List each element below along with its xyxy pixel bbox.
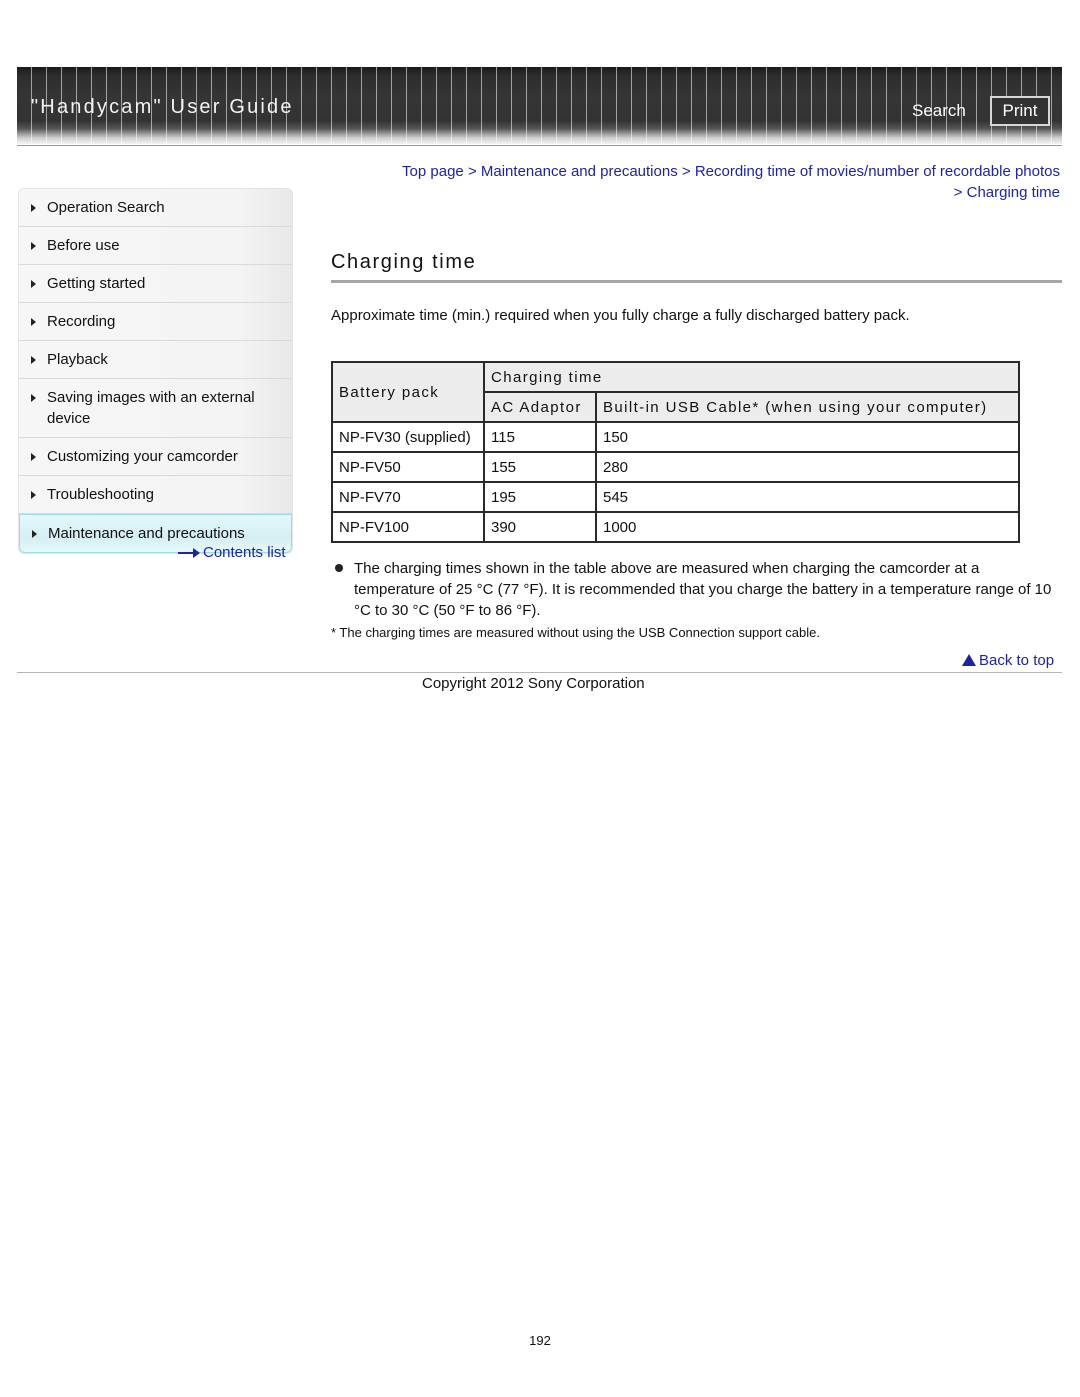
contents-list-label: Contents list [203, 544, 286, 561]
cell-usb: 1000 [595, 511, 1020, 543]
cell-battery: NP-FV30 (supplied) [331, 421, 485, 453]
cell-usb: 280 [595, 451, 1020, 483]
sidebar-item-customizing[interactable]: Customizing your camcorder [19, 438, 292, 476]
header-charging-time: Charging time [483, 361, 1020, 393]
sidebar-item-label: Playback [47, 351, 108, 368]
triangle-right-icon [32, 530, 37, 538]
table-row: NP-FV100 390 1000 [331, 511, 1020, 543]
sidebar-item-operation-search[interactable]: Operation Search [19, 189, 292, 227]
temperature-note: The charging times shown in the table ab… [354, 560, 1052, 619]
app-title: "Handycam" User Guide [31, 96, 294, 118]
search-button[interactable]: Search [912, 101, 966, 121]
table-row: NP-FV70 195 545 [331, 481, 1020, 513]
header-divider [17, 145, 1062, 146]
sidebar-item-label: Troubleshooting [47, 486, 155, 503]
sidebar-item-label: Before use [47, 237, 120, 254]
cell-ac: 115 [483, 421, 597, 453]
triangle-up-icon [962, 654, 976, 666]
breadcrumb-recording-time[interactable]: Recording time of movies/number of recor… [695, 163, 1060, 180]
triangle-right-icon [31, 318, 36, 326]
sidebar-item-getting-started[interactable]: Getting started [19, 265, 292, 303]
cell-battery: NP-FV100 [331, 511, 485, 543]
triangle-right-icon [31, 280, 36, 288]
back-to-top-link[interactable]: Back to top [962, 652, 1054, 669]
sidebar-item-label: Recording [47, 313, 116, 330]
table-row: NP-FV50 155 280 [331, 451, 1020, 483]
contents-list-link[interactable]: Contents list [178, 544, 286, 561]
footer-divider [17, 672, 1062, 673]
header-ac-adaptor: AC Adaptor [483, 391, 597, 423]
cell-ac: 195 [483, 481, 597, 513]
header-banner: "Handycam" User Guide Search Print [17, 67, 1062, 144]
header-usb-cable: Built-in USB Cable* (when using your com… [595, 391, 1020, 423]
sidebar-nav: Operation Search Before use Getting star… [18, 188, 293, 554]
copyright: Copyright 2012 Sony Corporation [422, 675, 645, 692]
title-divider [331, 280, 1062, 283]
breadcrumb-separator: > [681, 163, 691, 180]
sidebar-item-playback[interactable]: Playback [19, 341, 292, 379]
cell-battery: NP-FV70 [331, 481, 485, 513]
header-battery-pack: Battery pack [331, 361, 485, 423]
back-to-top-label: Back to top [979, 652, 1055, 669]
table-header-row: Battery pack Charging time [331, 361, 1020, 423]
triangle-right-icon [31, 204, 36, 212]
sidebar-item-label: Getting started [47, 275, 146, 292]
cell-battery: NP-FV50 [331, 451, 485, 483]
cell-usb: 150 [595, 421, 1020, 453]
intro-text: Approximate time (min.) required when yo… [331, 307, 910, 324]
sidebar-item-label: Customizing your camcorder [47, 448, 238, 465]
footnote: * The charging times are measured withou… [331, 625, 820, 640]
sidebar-item-troubleshooting[interactable]: Troubleshooting [19, 476, 292, 514]
sidebar-item-before-use[interactable]: Before use [19, 227, 292, 265]
breadcrumb-separator: > [953, 184, 963, 201]
bullet-icon [335, 564, 343, 572]
breadcrumb-separator: > [467, 163, 477, 180]
breadcrumb-charging-time[interactable]: Charging time [967, 184, 1060, 201]
sidebar-item-saving-images[interactable]: Saving images with an external device [19, 379, 292, 438]
sidebar-item-recording[interactable]: Recording [19, 303, 292, 341]
cell-ac: 390 [483, 511, 597, 543]
triangle-right-icon [31, 242, 36, 250]
cell-usb: 545 [595, 481, 1020, 513]
breadcrumb-top-page[interactable]: Top page [402, 163, 464, 180]
page-number: 192 [529, 1333, 551, 1348]
triangle-right-icon [31, 453, 36, 461]
sidebar-item-label: Maintenance and precautions [48, 525, 245, 542]
arrow-right-icon [178, 548, 200, 559]
cell-ac: 155 [483, 451, 597, 483]
table-row: NP-FV30 (supplied) 115 150 [331, 421, 1020, 453]
print-button[interactable]: Print [990, 96, 1050, 126]
breadcrumb: Top page > Maintenance and precautions >… [400, 161, 1060, 203]
triangle-right-icon [31, 356, 36, 364]
breadcrumb-maintenance[interactable]: Maintenance and precautions [481, 163, 678, 180]
sidebar-item-label: Saving images with an external device [47, 389, 255, 427]
charging-time-table: Battery pack Charging time AC Adaptor Bu… [331, 361, 1020, 543]
triangle-right-icon [31, 394, 36, 402]
triangle-right-icon [31, 491, 36, 499]
page-title: Charging time [331, 251, 477, 273]
sidebar-item-label: Operation Search [47, 199, 165, 216]
